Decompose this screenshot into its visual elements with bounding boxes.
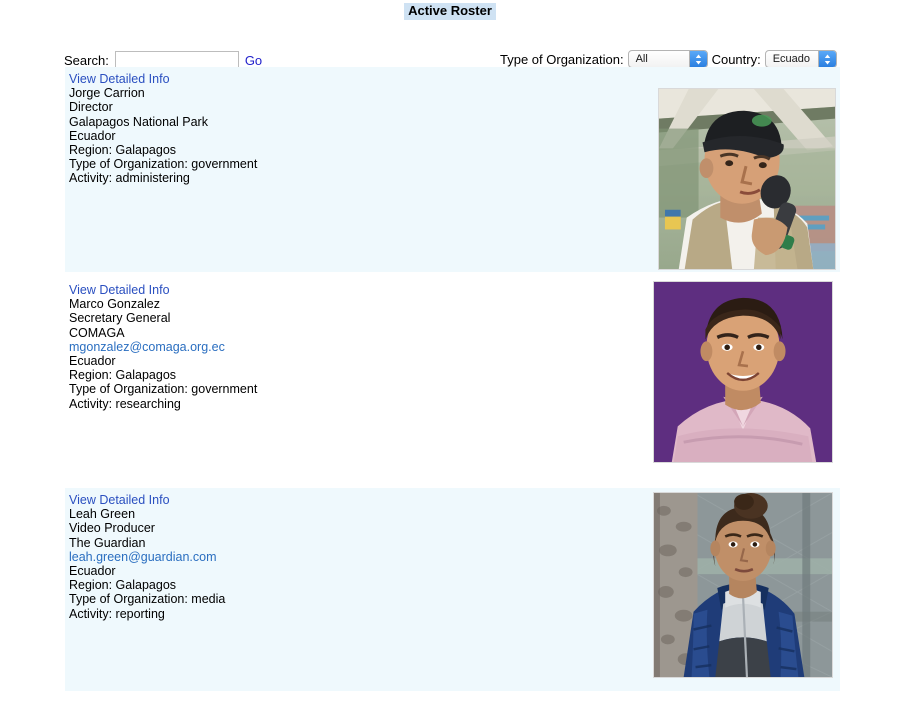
- title-bar: Active Roster: [0, 0, 900, 21]
- person-activity: Activity: reporting: [69, 606, 165, 621]
- roster-card[interactable]: View Detailed Info Jorge Carrion Directo…: [65, 67, 840, 272]
- person-org-type: Type of Organization: media: [69, 592, 226, 607]
- person-name: Jorge Carrion: [69, 86, 145, 101]
- person-photo: [653, 281, 833, 463]
- search-go-button[interactable]: Go: [245, 53, 262, 68]
- roster-card-text: View Detailed Info Marco Gonzalez Secret…: [69, 283, 589, 411]
- chevron-updown-icon[interactable]: [817, 51, 836, 67]
- person-region: Region: Galapagos: [69, 368, 177, 383]
- person-activity: Activity: administering: [69, 171, 190, 186]
- org-filter-label: Type of Organization:: [500, 51, 624, 67]
- person-role: Director: [69, 100, 113, 115]
- person-region: Region: Galapagos: [69, 143, 177, 158]
- person-organization: Galapagos National Park: [69, 114, 208, 129]
- page-title: Active Roster: [404, 3, 496, 20]
- person-email-link[interactable]: leah.green@guardian.com: [69, 550, 589, 564]
- search-label: Search:: [64, 52, 109, 68]
- person-role: Secretary General: [69, 311, 171, 326]
- person-country: Ecuador: [69, 128, 116, 143]
- person-photo: [658, 88, 836, 270]
- person-name: Marco Gonzalez: [69, 297, 161, 312]
- person-org-type: Type of Organization: government: [69, 157, 258, 172]
- person-name: Leah Green: [69, 507, 136, 522]
- person-organization: The Guardian: [69, 535, 146, 550]
- person-region: Region: Galapagos: [69, 578, 177, 593]
- chevron-updown-icon[interactable]: [688, 51, 707, 67]
- roster-card[interactable]: View Detailed Info Marco Gonzalez Secret…: [65, 278, 840, 483]
- person-org-type: Type of Organization: government: [69, 382, 258, 397]
- person-organization: COMAGA: [69, 325, 125, 340]
- person-role: Video Producer: [69, 521, 155, 536]
- roster-card-text: View Detailed Info Jorge Carrion Directo…: [69, 72, 589, 186]
- roster-card-text: View Detailed Info Leah Green Video Prod…: [69, 493, 589, 621]
- view-detailed-info-link[interactable]: View Detailed Info: [69, 283, 589, 297]
- person-photo: [653, 492, 833, 678]
- country-filter-label: Country:: [711, 51, 761, 67]
- filter-group: Type of Organization: All Country: Ecuad…: [500, 50, 837, 68]
- roster-list: View Detailed Info Jorge Carrion Directo…: [0, 67, 900, 691]
- roster-card[interactable]: View Detailed Info Leah Green Video Prod…: [65, 488, 840, 691]
- view-detailed-info-link[interactable]: View Detailed Info: [69, 493, 589, 507]
- person-email-link[interactable]: mgonzalez@comaga.org.ec: [69, 340, 589, 354]
- person-country: Ecuador: [69, 564, 116, 579]
- view-detailed-info-link[interactable]: View Detailed Info: [69, 72, 589, 86]
- controls-bar: Search: Go Type of Organization: All Cou…: [0, 21, 900, 69]
- person-activity: Activity: researching: [69, 396, 181, 411]
- person-country: Ecuador: [69, 354, 116, 369]
- org-filter-select[interactable]: All: [627, 50, 708, 68]
- country-filter-select[interactable]: Ecuado: [764, 50, 837, 68]
